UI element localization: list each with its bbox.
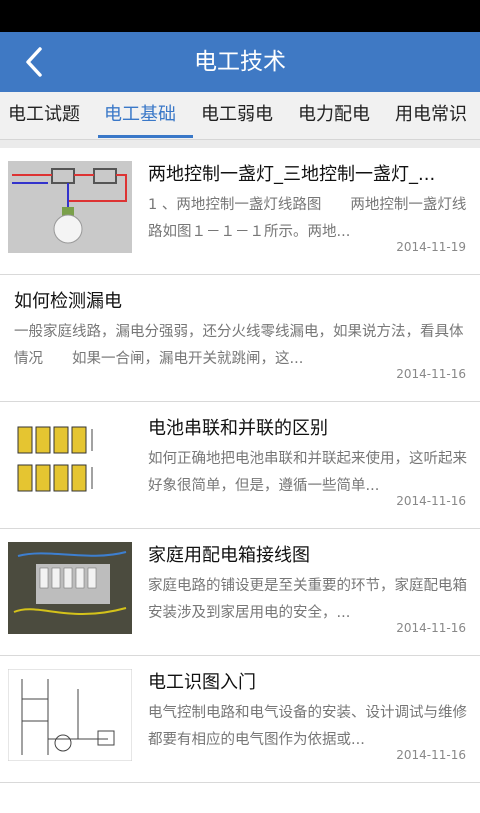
tab-weak-current[interactable]: 电工弱电 (201, 92, 273, 138)
article-thumbnail (8, 161, 132, 253)
article-date: 2014-11-19 (396, 240, 466, 254)
article-summary: 如何正确地把电池串联和并联起来使用，这听起来好象很简单，但是，遵循一些简单... (148, 451, 467, 494)
article-title: 电池串联和并联的区别 (148, 418, 328, 439)
article-date: 2014-11-16 (396, 621, 466, 635)
article-thumbnail (8, 542, 132, 634)
list-item[interactable]: 两地控制一盏灯_三地控制一盏灯_... 1 、两地控制一盏灯线路图 两地控制一盏… (0, 148, 480, 275)
page-title: 电工技术 (194, 49, 286, 75)
status-bar (0, 0, 480, 32)
list-item[interactable]: 电工识图入门 电气控制电路和电气设备的安装、设计调试与维修都要有相应的电气图作为… (0, 656, 480, 783)
active-tab-indicator (98, 135, 193, 138)
tab-electricity-tips[interactable]: 用电常识 (395, 92, 467, 138)
article-summary: 一般家庭线路，漏电分强弱，还分火线零线漏电，如果说方法，看具体情况 如果一合闸，… (14, 324, 464, 367)
article-date: 2014-11-16 (396, 367, 466, 381)
tab-electrician-exam[interactable]: 电工试题 (8, 92, 80, 138)
article-list: 两地控制一盏灯_三地控制一盏灯_... 1 、两地控制一盏灯线路图 两地控制一盏… (0, 148, 480, 813)
article-thumbnail (8, 669, 132, 761)
article-thumbnail (8, 415, 132, 507)
title-bar: 电工技术 (0, 32, 480, 92)
tab-power-distribution[interactable]: 电力配电 (298, 92, 370, 138)
article-title: 两地控制一盏灯_三地控制一盏灯_... (148, 164, 436, 185)
list-item-partial (0, 783, 480, 813)
list-item[interactable]: 如何检测漏电 一般家庭线路，漏电分强弱，还分火线零线漏电，如果说方法，看具体情况… (0, 275, 480, 402)
article-summary: 电气控制电路和电气设备的安装、设计调试与维修都要有相应的电气图作为依据或... (148, 705, 467, 748)
article-title: 电工识图入门 (148, 672, 256, 693)
list-item[interactable]: 家庭用配电箱接线图 家庭电路的铺设更是至关重要的环节，家庭配电箱安装涉及到家居用… (0, 529, 480, 656)
article-title: 如何检测漏电 (14, 291, 122, 312)
article-date: 2014-11-16 (396, 748, 466, 762)
category-tabs: 电工试题 电工基础 电工弱电 电力配电 用电常识 (0, 92, 480, 140)
article-summary: 家庭电路的铺设更是至关重要的环节，家庭配电箱安装涉及到家居用电的安全，... (148, 578, 467, 621)
list-item[interactable]: 电池串联和并联的区别 如何正确地把电池串联和并联起来使用，这听起来好象很简单，但… (0, 402, 480, 529)
article-date: 2014-11-16 (396, 494, 466, 508)
article-title: 家庭用配电箱接线图 (148, 545, 310, 566)
tab-electrician-basics[interactable]: 电工基础 (104, 92, 176, 138)
article-summary: 1 、两地控制一盏灯线路图 两地控制一盏灯线路如图１－１－１所示。两地... (148, 197, 467, 240)
